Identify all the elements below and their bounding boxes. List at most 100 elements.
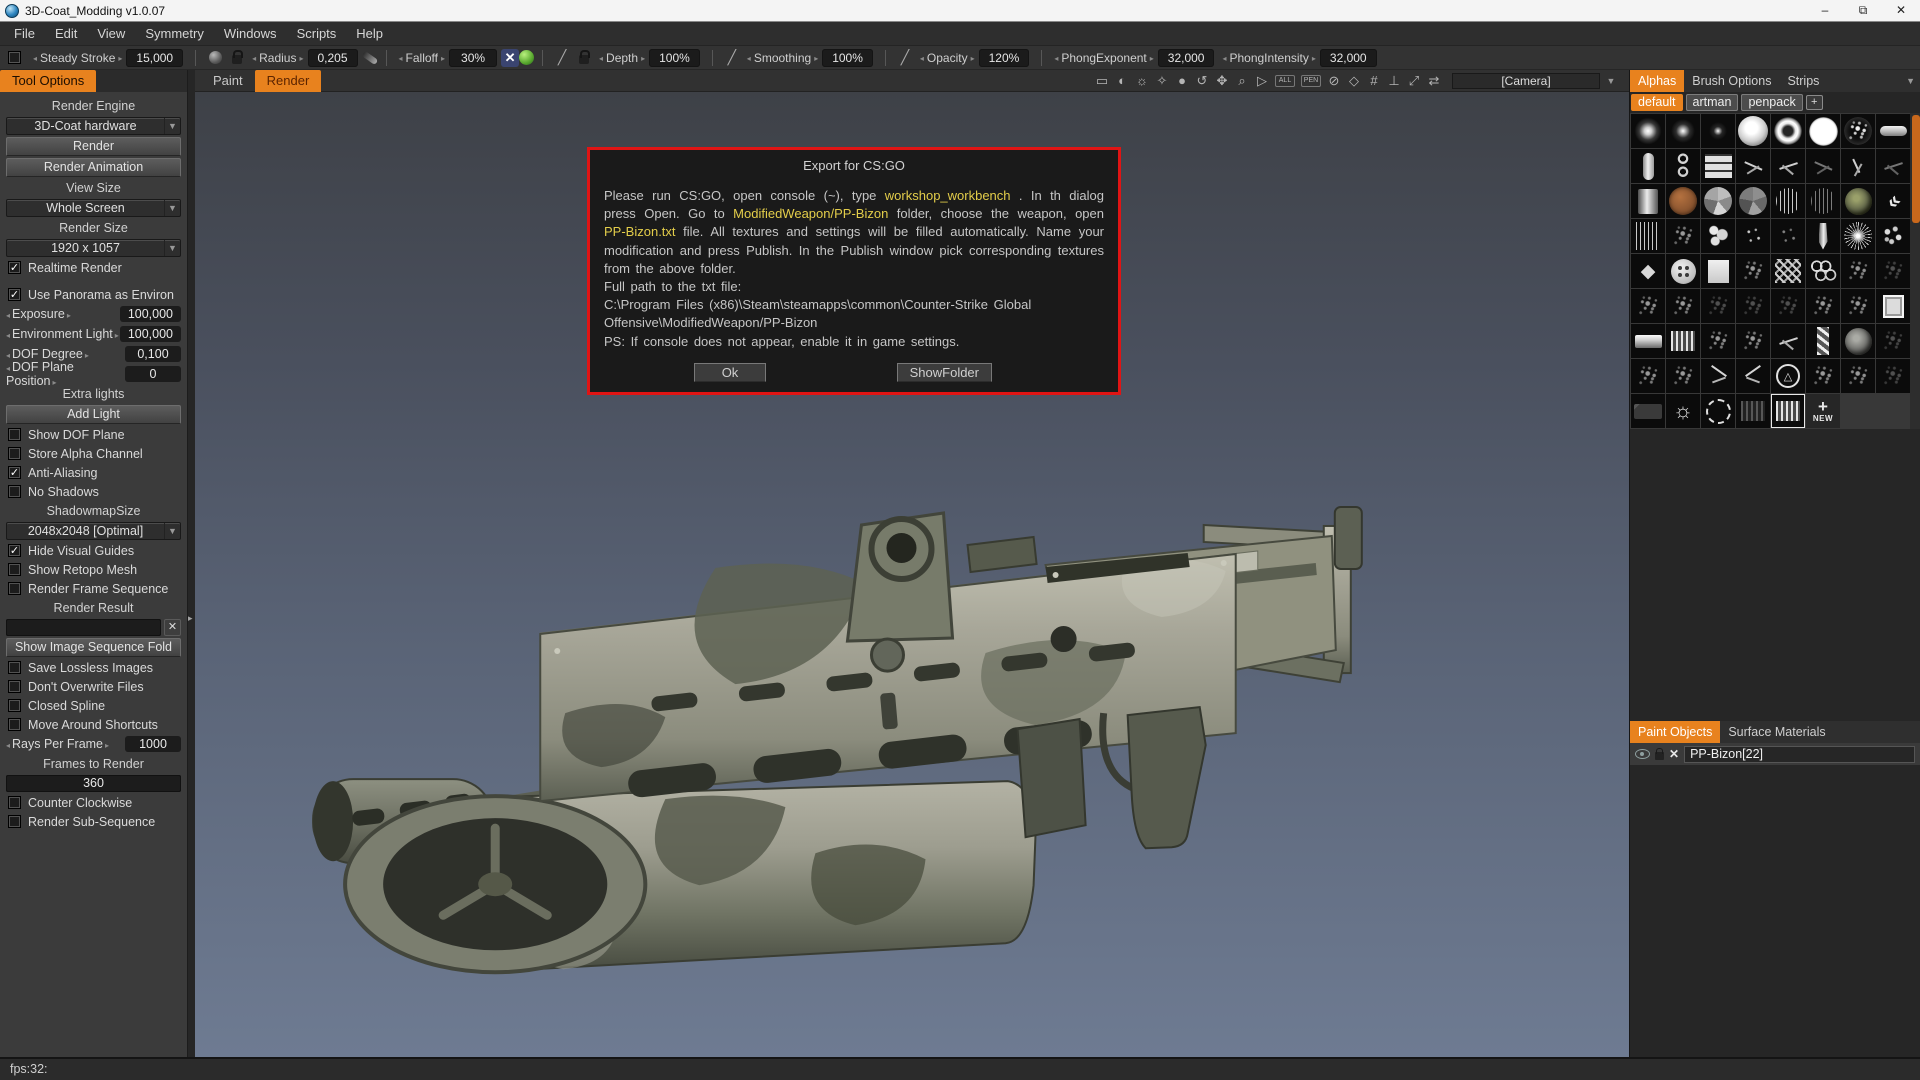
perspective-cube-icon[interactable]: ◇ (1344, 73, 1364, 89)
checkbox-realtime-render[interactable]: ✓Realtime Render (6, 259, 181, 276)
alpha-soft-medium[interactable] (1666, 114, 1700, 148)
spinner-value[interactable]: 0 (125, 366, 181, 382)
light-icon[interactable]: ☼ (1132, 73, 1152, 88)
alpha-splat[interactable] (1701, 219, 1735, 253)
alpha-ring[interactable] (1771, 114, 1805, 148)
checkbox-hide-visual-guides[interactable]: ✓Hide Visual Guides (6, 542, 181, 559)
alpha-gear[interactable]: ☼ (1666, 394, 1700, 428)
tab-render[interactable]: Render (255, 70, 322, 92)
alpha-crack-1[interactable] (1736, 149, 1770, 183)
pressure-pen-icon[interactable]: ╱ (723, 49, 741, 67)
tab-strips[interactable]: Strips (1779, 70, 1827, 92)
panel-menu-icon[interactable]: ▼ (1906, 76, 1915, 86)
dropdown-2048x2048-optimal[interactable]: 2048x2048 [Optimal]▼ (6, 522, 181, 540)
falloff-label[interactable]: Falloff (399, 51, 446, 65)
checkbox-counter-clockwise[interactable]: Counter Clockwise (6, 794, 181, 811)
tab-tool-options[interactable]: Tool Options (0, 70, 96, 92)
alpha-streaks[interactable] (1771, 394, 1805, 428)
checkbox-render-sub-sequence[interactable]: Render Sub-Sequence (6, 813, 181, 830)
ok-button[interactable]: Ok (694, 363, 766, 382)
menu-windows[interactable]: Windows (214, 23, 287, 44)
tab-paint[interactable]: Paint (201, 70, 255, 92)
alpha-spatter-5[interactable] (1736, 289, 1770, 323)
minimize-button[interactable]: – (1806, 0, 1844, 21)
render-animation-button[interactable]: Render Animation (6, 158, 181, 177)
alpha-spatter-6[interactable] (1771, 289, 1805, 323)
frames-input[interactable]: 360 (6, 775, 181, 792)
steady-stroke-label[interactable]: Steady Stroke (33, 51, 122, 65)
alpha-rain[interactable] (1631, 219, 1665, 253)
checkbox-show-retopo-mesh[interactable]: Show Retopo Mesh (6, 561, 181, 578)
invert-cross-icon[interactable]: ✕ (501, 49, 519, 67)
alpha-capsule-h[interactable] (1876, 114, 1910, 148)
alphas-scrollbar-thumb[interactable] (1912, 115, 1920, 223)
lock-icon[interactable] (228, 49, 246, 67)
add-collection-button[interactable]: + (1806, 95, 1823, 110)
spinner-label[interactable]: Environment Light (6, 327, 119, 341)
background-image-icon[interactable]: ▭ (1092, 73, 1112, 89)
tab-surface-materials[interactable]: Surface Materials (1720, 721, 1833, 743)
checkbox-move-around-shortcuts[interactable]: Move Around Shortcuts (6, 716, 181, 733)
add-light-button[interactable]: Add Light (6, 405, 181, 424)
shading-contrast-icon[interactable]: ◐ (1112, 73, 1132, 88)
visibility-eye-icon[interactable] (1635, 749, 1650, 759)
paint-object-row[interactable]: ✕ PP-Bizon[22] (1630, 743, 1920, 765)
spinner-value[interactable]: 100,000 (120, 326, 181, 342)
phongintensity-label[interactable]: PhongIntensity (1222, 51, 1315, 65)
alpha-blade[interactable] (1806, 219, 1840, 253)
alpha-button[interactable] (1666, 254, 1700, 288)
alpha-moss-ball[interactable] (1841, 184, 1875, 218)
alpha-noise-circle[interactable] (1841, 324, 1875, 358)
tab-paint-objects[interactable]: Paint Objects (1630, 721, 1720, 743)
alpha-noise-5[interactable] (1876, 324, 1910, 358)
delete-object-icon[interactable]: ✕ (1669, 747, 1679, 761)
show-folder-button[interactable]: ShowFolder (897, 363, 992, 382)
spinner-label[interactable]: Rays Per Frame (6, 737, 109, 751)
alpha-crack-4[interactable] (1841, 149, 1875, 183)
checkbox-render-frame-sequence[interactable]: Render Frame Sequence (6, 580, 181, 597)
alpha-noise-faint-2[interactable] (1876, 359, 1910, 393)
smoothing-value[interactable]: 100% (822, 49, 873, 67)
frame-all-icon[interactable]: ALL (1275, 75, 1295, 87)
checkbox-anti-aliasing[interactable]: ✓Anti-Aliasing (6, 464, 181, 481)
spinner-value[interactable]: 1000 (125, 736, 181, 752)
alpha-pebbles[interactable] (1876, 219, 1910, 253)
alpha-cylinder[interactable] (1631, 184, 1665, 218)
camera-dropdown[interactable]: [Camera] (1452, 73, 1600, 89)
opacity-value[interactable]: 120% (979, 49, 1030, 67)
alpha-comb[interactable] (1666, 324, 1700, 358)
alpha-claw-1[interactable] (1701, 359, 1735, 393)
dropdown-3d-coat-hardware[interactable]: 3D-Coat hardware▼ (6, 117, 181, 135)
checkbox-show-dof-plane[interactable]: Show DOF Plane (6, 426, 181, 443)
alpha-noise-3[interactable] (1701, 324, 1735, 358)
steady-stroke-checkbox[interactable] (8, 51, 21, 64)
alpha-noise-1[interactable] (1736, 254, 1770, 288)
alpha-crack-5[interactable] (1876, 149, 1910, 183)
alphas-scrollbar-track[interactable] (1910, 113, 1920, 429)
collection-default[interactable]: default (1631, 94, 1683, 111)
alpha-soft-small[interactable] (1701, 114, 1735, 148)
alpha-diamond[interactable]: ◆ (1631, 254, 1665, 288)
dropdown-whole-screen[interactable]: Whole Screen▼ (6, 199, 181, 217)
alpha-pill-v[interactable] (1631, 149, 1665, 183)
alpha-starburst[interactable] (1841, 219, 1875, 253)
axis-icon[interactable]: ⊥ (1384, 73, 1404, 89)
alpha-circle-symbol[interactable] (1771, 359, 1805, 393)
alpha-scratch[interactable] (1771, 324, 1805, 358)
render-button[interactable]: Render (6, 137, 181, 156)
alpha-noise-6[interactable] (1806, 359, 1840, 393)
alpha-noise-4[interactable] (1736, 324, 1770, 358)
alpha-spatter-7[interactable] (1806, 289, 1840, 323)
alpha-bricks[interactable] (1701, 149, 1735, 183)
falloff-value[interactable]: 30% (449, 49, 497, 67)
camera-dropdown-arrow[interactable]: ▼ (1603, 76, 1619, 86)
depth-label[interactable]: Depth (599, 51, 645, 65)
checkbox-store-alpha-channel[interactable]: Store Alpha Channel (6, 445, 181, 462)
alpha-fur-1[interactable] (1771, 184, 1805, 218)
menu-edit[interactable]: Edit (45, 23, 87, 44)
alpha-spatter-8[interactable] (1841, 289, 1875, 323)
collection-penpack[interactable]: penpack (1741, 94, 1802, 111)
new-alpha-button[interactable]: +NEW (1806, 394, 1840, 428)
maximize-viewport-icon[interactable]: ⤢ (1404, 73, 1424, 89)
play-icon[interactable]: ▷ (1252, 73, 1272, 89)
